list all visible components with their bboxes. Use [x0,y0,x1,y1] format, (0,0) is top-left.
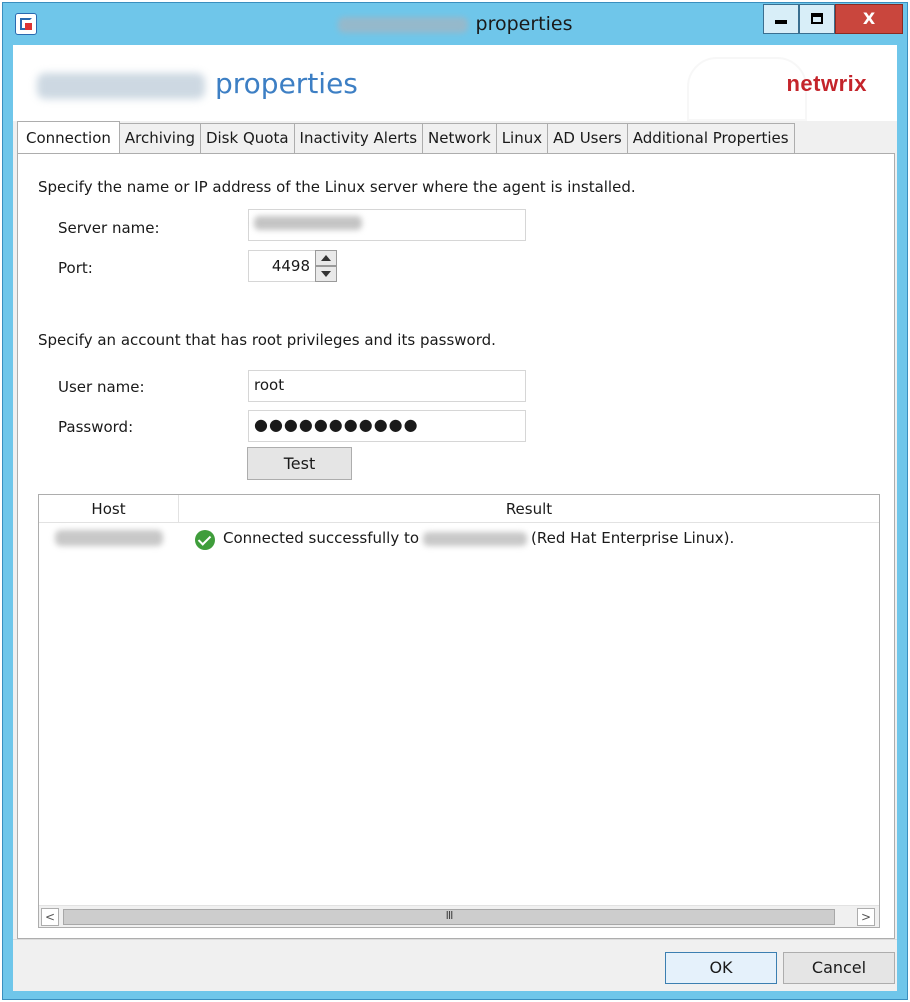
netwrix-logo: netwrix [786,71,867,96]
result-cell: Connected successfully to (Red Hat Enterp… [223,529,734,547]
title-bar[interactable]: properties X [3,3,907,45]
close-button[interactable]: X [835,4,903,34]
properties-window: properties X properties netwrix Connecti… [2,2,908,1000]
redacted-server-name [254,216,362,230]
connection-tab-panel: Specify the name or IP address of the Li… [17,153,895,939]
horizontal-scrollbar[interactable]: < III > [39,905,879,927]
port-decrement-icon[interactable] [315,266,337,282]
result-suffix: (Red Hat Enterprise Linux). [531,529,735,547]
check-circle-icon [195,530,215,550]
test-button[interactable]: Test [247,447,352,480]
column-result[interactable]: Result [179,495,879,523]
user-name-label: User name: [58,378,145,396]
maximize-icon [811,13,823,24]
server-intro-text: Specify the name or IP address of the Li… [38,178,636,196]
result-prefix: Connected successfully to [223,529,420,547]
minimize-icon [775,20,787,24]
server-name-field[interactable] [248,209,526,241]
table-row[interactable]: Connected successfully to (Red Hat Enterp… [39,525,879,555]
maximize-button[interactable] [799,4,835,34]
password-field[interactable]: ●●●●●●●●●●● [248,410,526,442]
ok-button[interactable]: OK [665,952,777,984]
tab-archiving[interactable]: Archiving [118,123,201,153]
scroll-left-icon[interactable]: < [41,908,59,926]
tab-linux[interactable]: Linux [495,123,549,153]
password-label: Password: [58,418,134,436]
results-grid: Host Result Connected successfully to (Re… [38,494,880,928]
column-host[interactable]: Host [39,495,179,523]
header-title: properties [215,67,358,100]
server-name-label: Server name: [58,219,160,237]
scroll-right-icon[interactable]: > [857,908,875,926]
port-field[interactable]: 4498 [248,250,316,282]
results-header: Host Result [39,495,879,523]
dialog-header: properties netwrix [13,45,897,121]
user-name-field[interactable]: root [248,370,526,402]
tab-inactivity-alerts[interactable]: Inactivity Alerts [293,123,424,153]
account-intro-text: Specify an account that has root privile… [38,331,496,349]
tab-additional-properties[interactable]: Additional Properties [626,123,795,153]
tab-strip: Connection Archiving Disk Quota Inactivi… [17,121,795,153]
scroll-thumb[interactable]: III [63,909,835,925]
tab-connection[interactable]: Connection [17,121,120,153]
redacted-host-cell [55,530,163,546]
cancel-button[interactable]: Cancel [783,952,895,984]
dialog-client-area: properties netwrix Connection Archiving … [13,45,897,991]
dialog-footer: OK Cancel [13,939,897,991]
close-icon: X [862,9,876,28]
redacted-object-name [337,16,468,33]
tab-disk-quota[interactable]: Disk Quota [199,123,295,153]
port-increment-icon[interactable] [315,250,337,266]
port-label: Port: [58,259,93,277]
redacted-result-host [423,531,528,546]
window-title-text: properties [475,13,573,35]
tab-ad-users[interactable]: AD Users [547,123,628,153]
minimize-button[interactable] [763,4,799,34]
redacted-header-name [37,73,205,99]
tab-network[interactable]: Network [422,123,497,153]
